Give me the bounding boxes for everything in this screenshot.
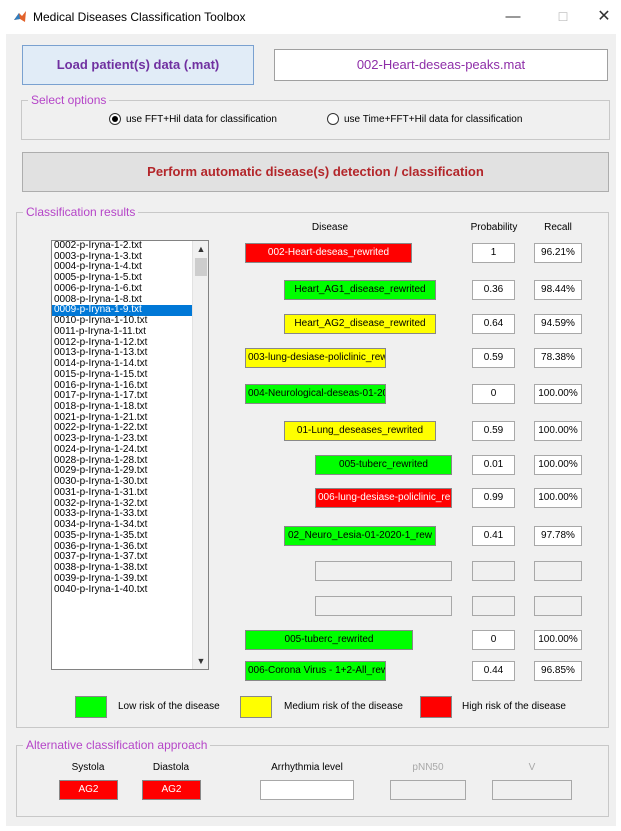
low-risk-swatch — [75, 696, 107, 718]
list-item[interactable]: 0015-p-Iryna-1-15.txt — [52, 369, 208, 381]
alternative-approach-title: Alternative classification approach — [23, 738, 211, 752]
maximize-button[interactable]: ☐ — [543, 4, 583, 30]
scroll-up-arrow-icon[interactable]: ▲ — [193, 241, 208, 257]
arrhythmia-value — [260, 780, 354, 800]
pnn50-value — [390, 780, 466, 800]
arrhythmia-label: Arrhythmia level — [271, 762, 343, 773]
list-item[interactable]: 0040-p-Iryna-1-40.txt — [52, 584, 208, 596]
file-name-field: 002-Heart-deseas-peaks.mat — [274, 49, 608, 81]
probability-cell-9: 0.41 — [472, 526, 515, 546]
probability-cell-1: 1 — [472, 243, 515, 263]
probability-cell-2: 0.36 — [472, 280, 515, 300]
disease-label-2: Heart_AG1_disease_rewrited — [284, 280, 436, 300]
close-button[interactable]: ✕ — [584, 4, 621, 30]
disease-label-4: 003-lung-desiase-policlinic_rewrited — [245, 348, 386, 368]
recall-cell-12: 100.00% — [534, 630, 582, 650]
scroll-down-arrow-icon[interactable]: ▼ — [193, 653, 208, 669]
disease-label-7: 005-tuberc_rewrited — [315, 455, 452, 475]
radio-time-fft-hil-label: use Time+FFT+Hil data for classification — [344, 114, 523, 125]
disease-label-11 — [315, 596, 452, 616]
probability-cell-6: 0.59 — [472, 421, 515, 441]
disease-label-1: 002-Heart-deseas_rewrited — [245, 243, 412, 263]
recall-cell-11 — [534, 596, 582, 616]
recall-cell-7: 100.00% — [534, 455, 582, 475]
probability-cell-13: 0.44 — [472, 661, 515, 681]
detect-classify-button[interactable]: Perform automatic disease(s) detection /… — [22, 152, 609, 192]
list-item[interactable]: 0011-p-Iryna-1-11.txt — [52, 326, 208, 338]
recall-cell-4: 78.38% — [534, 348, 582, 368]
list-scrollbar[interactable]: ▲ ▼ — [192, 241, 208, 669]
probability-cell-12: 0 — [472, 630, 515, 650]
radio-dot-selected[interactable] — [109, 113, 121, 125]
v-label: V — [528, 762, 536, 773]
disease-label-3: Heart_AG2_disease_rewrited — [284, 314, 436, 334]
diastola-label: Diastola — [152, 762, 190, 773]
disease-label-12: 005-tuberc_rewrited — [245, 630, 413, 650]
list-item[interactable]: 0035-p-Iryna-1-35.txt — [52, 530, 208, 542]
disease-label-10 — [315, 561, 452, 581]
probability-cell-11 — [472, 596, 515, 616]
classification-results-title: Classification results — [23, 205, 139, 219]
recall-cell-1: 96.21% — [534, 243, 582, 263]
diastola-value: AG2 — [142, 780, 201, 800]
medium-risk-label: Medium risk of the disease — [284, 701, 403, 712]
disease-label-5: 004-Neurological-deseas-01-2020-A — [245, 384, 386, 404]
disease-column-header: Disease — [311, 222, 349, 233]
list-item[interactable]: 0039-p-Iryna-1-39.txt — [52, 573, 208, 585]
medium-risk-swatch — [240, 696, 272, 718]
probability-cell-7: 0.01 — [472, 455, 515, 475]
systola-value: AG2 — [59, 780, 118, 800]
recall-cell-6: 100.00% — [534, 421, 582, 441]
recall-cell-3: 94.59% — [534, 314, 582, 334]
title-bar: Medical Diseases Classification Toolbox … — [0, 0, 621, 34]
disease-label-6: 01-Lung_deseases_rewrited — [284, 421, 436, 441]
scroll-thumb[interactable] — [195, 258, 207, 276]
list-item[interactable]: 0031-p-Iryna-1-31.txt — [52, 487, 208, 499]
recall-column-header: Recall — [544, 222, 572, 233]
probability-cell-8: 0.99 — [472, 488, 515, 508]
low-risk-label: Low risk of the disease — [118, 701, 220, 712]
minimize-button[interactable]: — — [493, 4, 533, 30]
systola-label: Systola — [71, 762, 105, 773]
recall-cell-13: 96.85% — [534, 661, 582, 681]
recall-cell-10 — [534, 561, 582, 581]
radio-dot[interactable] — [327, 113, 339, 125]
patient-file-list[interactable]: 0002-p-Iryna-1-2.txt 0003-p-Iryna-1-3.txt… — [51, 240, 209, 670]
recall-cell-8: 100.00% — [534, 488, 582, 508]
disease-label-13: 006-Corona Virus - 1+2-All_rewrited — [245, 661, 386, 681]
pnn50-label: pNN50 — [412, 762, 444, 773]
select-options-title: Select options — [28, 93, 110, 107]
load-data-button[interactable]: Load patient(s) data (.mat) — [22, 45, 254, 85]
disease-label-8: 006-lung-desiase-policlinic_re — [315, 488, 452, 508]
disease-label-9: 02_Neuro_Lesia-01-2020-1_rew — [284, 526, 436, 546]
high-risk-swatch — [420, 696, 452, 718]
probability-cell-4: 0.59 — [472, 348, 515, 368]
list-items: 0002-p-Iryna-1-2.txt 0003-p-Iryna-1-3.txt… — [52, 241, 208, 595]
recall-cell-2: 98.44% — [534, 280, 582, 300]
recall-cell-5: 100.00% — [534, 384, 582, 404]
matlab-icon — [14, 11, 26, 22]
probability-cell-5: 0 — [472, 384, 515, 404]
probability-cell-10 — [472, 561, 515, 581]
v-value — [492, 780, 572, 800]
probability-column-header: Probability — [470, 222, 518, 233]
probability-cell-3: 0.64 — [472, 314, 515, 334]
high-risk-label: High risk of the disease — [462, 701, 566, 712]
radio-fft-hil-label: use FFT+Hil data for classification — [126, 114, 277, 125]
recall-cell-9: 97.78% — [534, 526, 582, 546]
window-title: Medical Diseases Classification Toolbox — [33, 10, 246, 24]
